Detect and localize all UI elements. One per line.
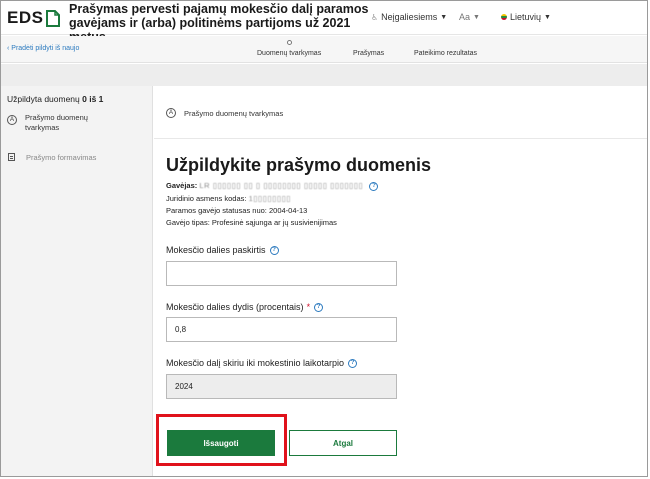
divider xyxy=(154,138,647,139)
chevron-down-icon: ▼ xyxy=(440,13,448,21)
steps-bar: ‹ Pradėti pildyti iš naujo Duomenų tvark… xyxy=(1,36,647,63)
header: EDS Prašymas pervesti pajamų mokesčio da… xyxy=(1,1,647,44)
form-heading: Užpildykite prašymo duomenis xyxy=(166,155,432,175)
purpose-label-text: Mokesčio dalies paskirtis xyxy=(166,245,266,255)
share-label-text: Mokesčio dalies dydis (procentais) xyxy=(166,302,304,312)
font-size-label: Aa xyxy=(459,12,471,22)
current-substep: A Prašymo duomenų tvarkymas xyxy=(166,108,283,118)
restart-link[interactable]: ‹ Pradėti pildyti iš naujo xyxy=(7,45,79,52)
legal-code-value: 1▯▯▯▯▯▯▯▯ xyxy=(248,194,292,203)
step-result[interactable]: Pateikimo rezultatas xyxy=(414,50,477,57)
share-percent-input[interactable]: 0,8 xyxy=(166,317,397,342)
eds-logo[interactable]: EDS xyxy=(7,7,61,29)
app-window: EDS Prašymas pervesti pajamų mokesčio da… xyxy=(0,0,648,477)
legal-code-info: Juridinio asmens kodas: 1▯▯▯▯▯▯▯▯ xyxy=(166,194,291,203)
purpose-input[interactable] xyxy=(166,261,397,286)
purpose-label: Mokesčio dalies paskirtis ? xyxy=(166,245,279,255)
filled-count: 0 iš 1 xyxy=(82,94,104,104)
required-marker: * xyxy=(306,302,311,312)
document-icon xyxy=(8,153,15,161)
filled-progress: Užpildyta duomenų 0 iš 1 xyxy=(7,94,103,104)
step-data-management[interactable]: Duomenų tvarkymas xyxy=(257,50,321,57)
step-a-marker-icon: A xyxy=(7,115,17,125)
logo-text: EDS xyxy=(7,8,44,27)
font-size-menu[interactable]: Aa ▼ xyxy=(459,12,480,22)
status-since-info: Paramos gavėjo statusas nuo: 2004-04-13 xyxy=(166,206,308,215)
recipient-type-info: Gavėjo tipas: Profesinė sąjunga ar jų su… xyxy=(166,218,337,227)
recipient-label: Gavėjas: xyxy=(166,181,198,190)
help-icon[interactable]: ? xyxy=(269,245,279,255)
help-icon[interactable]: ? xyxy=(314,302,324,312)
save-button[interactable]: Išsaugoti xyxy=(167,430,275,456)
help-icon[interactable]: ? xyxy=(369,181,379,191)
share-label: Mokesčio dalies dydis (procentais) * ? xyxy=(166,302,324,312)
sidebar-item-label: Prašymo formavimas xyxy=(26,153,97,162)
sidebar-item-data-management[interactable]: A Prašymo duomenų tvarkymas xyxy=(7,113,89,133)
sidebar: Užpildyta duomenų 0 iš 1 A Prašymo duome… xyxy=(1,86,153,476)
recipient-value: LR ▯▯▯▯▯▯ ▯▯ ▯ ▯▯▯▯▯▯▯▯ ▯▯▯▯▯ ▯▯▯▯▯▯▯ xyxy=(199,181,364,190)
recipient-info: Gavėjas: LR ▯▯▯▯▯▯ ▯▯ ▯ ▯▯▯▯▯▯▯▯ ▯▯▯▯▯ ▯… xyxy=(166,181,379,191)
substep-label: Prašymo duomenų tvarkymas xyxy=(184,108,284,118)
language-menu[interactable]: Lietuvių ▼ xyxy=(501,12,551,22)
current-step-indicator-icon xyxy=(287,40,292,45)
lithuania-flag-icon xyxy=(501,14,507,20)
legal-code-label: Juridinio asmens kodas: xyxy=(166,194,247,203)
step-a-marker-icon: A xyxy=(166,108,176,118)
help-icon[interactable]: ? xyxy=(348,358,358,368)
until-label: Mokesčio dalį skiriu iki mokestinio laik… xyxy=(166,358,358,368)
filled-label: Užpildyta duomenų xyxy=(7,94,80,104)
chevron-down-icon: ▼ xyxy=(544,13,551,21)
grey-band xyxy=(1,64,647,86)
until-label-text: Mokesčio dalį skiriu iki mokestinio laik… xyxy=(166,358,345,368)
chevron-down-icon: ▼ xyxy=(473,13,480,21)
document-logo-icon xyxy=(46,9,61,27)
accessibility-label: Neįgaliesiems xyxy=(381,12,438,22)
step-request[interactable]: Prašymas xyxy=(353,50,384,57)
main-content: A Prašymo duomenų tvarkymas Užpildykite … xyxy=(154,86,647,476)
accessibility-menu[interactable]: ♿ Neįgaliesiems ▼ xyxy=(371,12,447,22)
back-button[interactable]: Atgal xyxy=(289,430,397,456)
sidebar-item-request-forming[interactable]: Prašymo formavimas xyxy=(7,153,96,162)
sidebar-item-label: Prašymo duomenų tvarkymas xyxy=(25,113,88,132)
until-year-input: 2024 xyxy=(166,374,397,399)
accessibility-icon: ♿ xyxy=(371,12,379,22)
language-label: Lietuvių xyxy=(510,12,542,22)
